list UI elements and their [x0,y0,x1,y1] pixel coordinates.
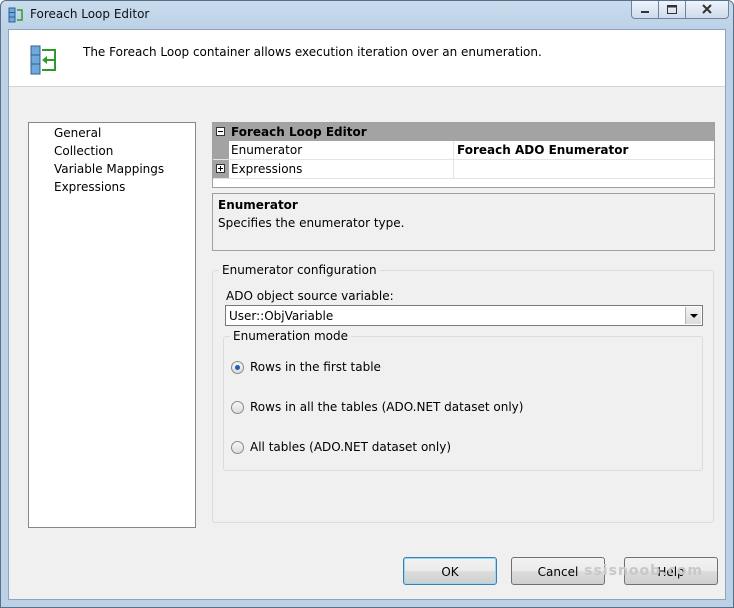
expand-icon[interactable] [216,164,225,173]
source-variable-label: ADO object source variable: [226,289,394,303]
property-category[interactable]: Foreach Loop Editor [213,123,714,141]
minimize-icon [641,11,649,13]
property-row-enumerator[interactable]: Enumerator Foreach ADO Enumerator [213,141,714,160]
column-divider [453,141,454,159]
maximize-button[interactable] [658,1,686,19]
dropdown-value: User::ObjVariable [229,309,334,323]
foreach-loop-icon [8,7,23,23]
group-label: Enumerator configuration [219,263,380,277]
radio-button[interactable] [231,401,244,414]
nav-item-variable-mappings[interactable]: Variable Mappings [54,162,164,176]
maximize-icon [667,5,677,14]
foreach-loop-container-icon [30,45,56,75]
property-row-expressions[interactable]: Expressions [213,160,714,179]
minimize-button[interactable] [631,1,659,19]
dialog-client-area: The Foreach Loop container allows execut… [8,29,726,600]
nav-item-expressions[interactable]: Expressions [54,180,125,194]
radio-label: Rows in all the tables (ADO.NET dataset … [250,400,524,414]
property-name: Enumerator [231,143,303,157]
description-title: Enumerator [218,198,298,212]
source-variable-dropdown[interactable]: User::ObjVariable [225,305,703,326]
dialog-header: The Foreach Loop container allows execut… [9,30,725,87]
radio-button[interactable] [231,441,244,454]
watermark: ssisnoob.com [584,563,703,579]
dropdown-button[interactable] [685,307,701,324]
collapse-icon[interactable] [216,127,225,136]
column-divider [453,160,454,178]
description-text: Specifies the enumerator type. [218,216,405,230]
row-gutter [213,141,229,159]
window-title: Foreach Loop Editor [30,7,150,21]
radio-button[interactable] [231,361,244,374]
property-value[interactable]: Foreach ADO Enumerator [457,143,628,157]
radio-label: Rows in the first table [250,360,381,374]
radio-label: All tables (ADO.NET dataset only) [250,440,452,454]
property-grid: Foreach Loop Editor Enumerator Foreach A… [212,122,715,188]
title-bar[interactable]: Foreach Loop Editor [1,1,733,29]
nav-item-collection[interactable]: Collection [54,144,113,158]
property-name: Expressions [231,162,303,176]
nav-list: General Collection Variable Mappings Exp… [28,122,196,528]
group-label: Enumeration mode [230,329,351,343]
close-icon [702,4,712,14]
ok-button[interactable]: OK [403,557,497,585]
header-description: The Foreach Loop container allows execut… [83,45,542,59]
nav-item-general[interactable]: General [54,126,101,140]
chevron-down-icon [690,314,698,318]
dialog-window: Foreach Loop Editor The Foreach Loop con… [0,0,734,608]
category-label: Foreach Loop Editor [231,125,367,139]
property-description-panel: Enumerator Specifies the enumerator type… [212,193,715,251]
close-button[interactable] [685,1,729,19]
